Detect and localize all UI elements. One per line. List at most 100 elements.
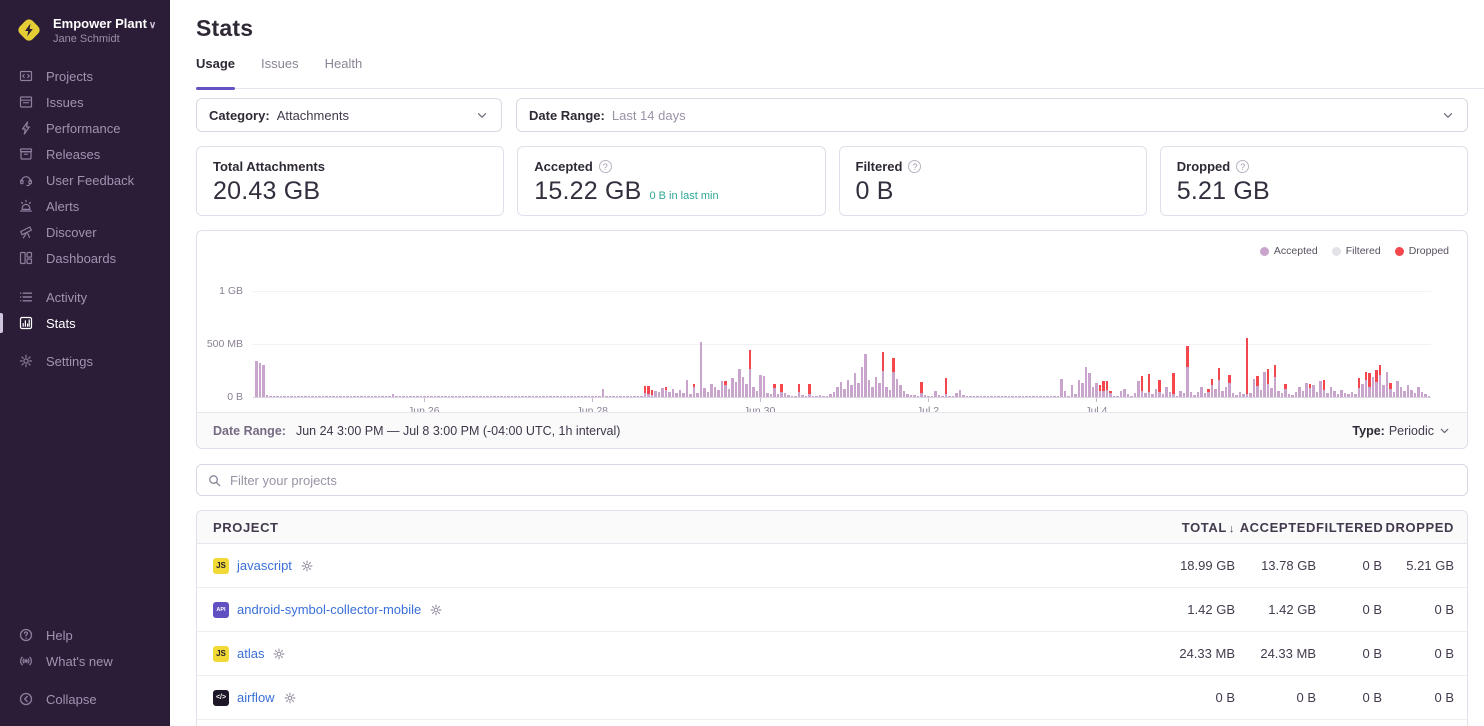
bar[interactable] (1288, 394, 1291, 397)
sidebar-item-dashboards[interactable]: Dashboards (0, 245, 170, 271)
bar[interactable] (332, 396, 335, 397)
bar[interactable] (812, 396, 815, 397)
bar[interactable] (1123, 389, 1126, 397)
bar[interactable] (997, 396, 1000, 397)
bar[interactable] (910, 395, 913, 397)
sidebar-item-projects[interactable]: Projects (0, 63, 170, 89)
bar[interactable] (1197, 392, 1200, 398)
bar[interactable] (938, 395, 941, 397)
bar[interactable] (1274, 365, 1277, 397)
bar[interactable] (675, 393, 678, 397)
bar[interactable] (640, 396, 643, 397)
bar[interactable] (374, 396, 377, 397)
bar[interactable] (280, 396, 283, 397)
bar[interactable] (665, 387, 668, 397)
sidebar-item-releases[interactable]: Releases (0, 141, 170, 167)
bar[interactable] (1361, 384, 1364, 397)
bar[interactable] (1155, 389, 1158, 397)
sidebar-item-issues[interactable]: Issues (0, 89, 170, 115)
bar[interactable] (1204, 393, 1207, 397)
bar[interactable] (1239, 392, 1242, 397)
bar[interactable] (427, 396, 430, 397)
bar[interactable] (731, 378, 734, 397)
bar[interactable] (553, 396, 556, 397)
project-settings-gear-icon[interactable] (300, 559, 314, 573)
bar[interactable] (269, 396, 272, 397)
bar[interactable] (679, 390, 682, 397)
bar[interactable] (367, 396, 370, 397)
bar[interactable] (861, 367, 864, 397)
column-header-filtered[interactable]: Filtered (1316, 520, 1382, 535)
bar[interactable] (322, 396, 325, 397)
bar[interactable] (717, 390, 720, 397)
bar[interactable] (619, 396, 622, 397)
bar[interactable] (1267, 369, 1270, 397)
column-header-total[interactable]: Total↓ (1115, 520, 1235, 535)
bar[interactable] (1382, 385, 1385, 397)
bar[interactable] (1022, 396, 1025, 397)
bar[interactable] (514, 396, 517, 397)
bar[interactable] (836, 387, 839, 397)
bar[interactable] (591, 396, 594, 397)
help-circle-icon[interactable]: ? (599, 160, 612, 173)
bar[interactable] (283, 396, 286, 397)
bar[interactable] (903, 391, 906, 397)
bar[interactable] (1428, 396, 1431, 397)
bar[interactable] (798, 384, 801, 397)
bar[interactable] (875, 377, 878, 397)
bar[interactable] (1214, 389, 1217, 397)
bar[interactable] (1165, 387, 1168, 397)
bar[interactable] (952, 396, 955, 397)
bar[interactable] (917, 396, 920, 397)
bar[interactable] (1389, 383, 1392, 397)
bar[interactable] (763, 376, 766, 397)
category-select[interactable]: Category: Attachments (196, 98, 502, 132)
bar[interactable] (1284, 384, 1287, 397)
bar[interactable] (364, 396, 367, 397)
bar[interactable] (658, 392, 661, 397)
bar[interactable] (602, 389, 605, 397)
bar[interactable] (1298, 387, 1301, 397)
bar[interactable] (528, 396, 531, 397)
bar[interactable] (1400, 387, 1403, 397)
bar[interactable] (777, 394, 780, 397)
bar[interactable] (294, 396, 297, 397)
bar[interactable] (1085, 367, 1088, 397)
bar[interactable] (518, 396, 521, 397)
bar[interactable] (1249, 393, 1252, 397)
bar[interactable] (987, 396, 990, 397)
bar[interactable] (304, 396, 307, 397)
bar[interactable] (325, 396, 328, 397)
bar[interactable] (1410, 390, 1413, 397)
bar[interactable] (350, 396, 353, 397)
bar[interactable] (1235, 395, 1238, 397)
bar[interactable] (1221, 391, 1224, 397)
bar[interactable] (752, 387, 755, 397)
bar[interactable] (346, 396, 349, 397)
bar[interactable] (409, 396, 412, 397)
bar[interactable] (1326, 393, 1329, 397)
bar[interactable] (563, 396, 566, 397)
bar[interactable] (1078, 380, 1081, 397)
bar[interactable] (444, 396, 447, 397)
bar[interactable] (805, 396, 808, 397)
bar[interactable] (955, 393, 958, 397)
bar[interactable] (525, 396, 528, 397)
bar[interactable] (1403, 391, 1406, 397)
bar[interactable] (1256, 376, 1259, 397)
bar[interactable] (710, 384, 713, 397)
bar[interactable] (878, 383, 881, 397)
bar[interactable] (1358, 378, 1361, 397)
sidebar-item-user-feedback[interactable]: User Feedback (0, 167, 170, 193)
bar[interactable] (1414, 393, 1417, 397)
bar[interactable] (308, 396, 311, 397)
bar[interactable] (273, 396, 276, 397)
bar[interactable] (458, 396, 461, 397)
bar[interactable] (1053, 396, 1056, 397)
project-settings-gear-icon[interactable] (283, 691, 297, 705)
bar[interactable] (808, 384, 811, 397)
bar[interactable] (1074, 394, 1077, 397)
bar[interactable] (430, 396, 433, 397)
sidebar-item-discover[interactable]: Discover (0, 219, 170, 245)
bar[interactable] (507, 396, 510, 397)
